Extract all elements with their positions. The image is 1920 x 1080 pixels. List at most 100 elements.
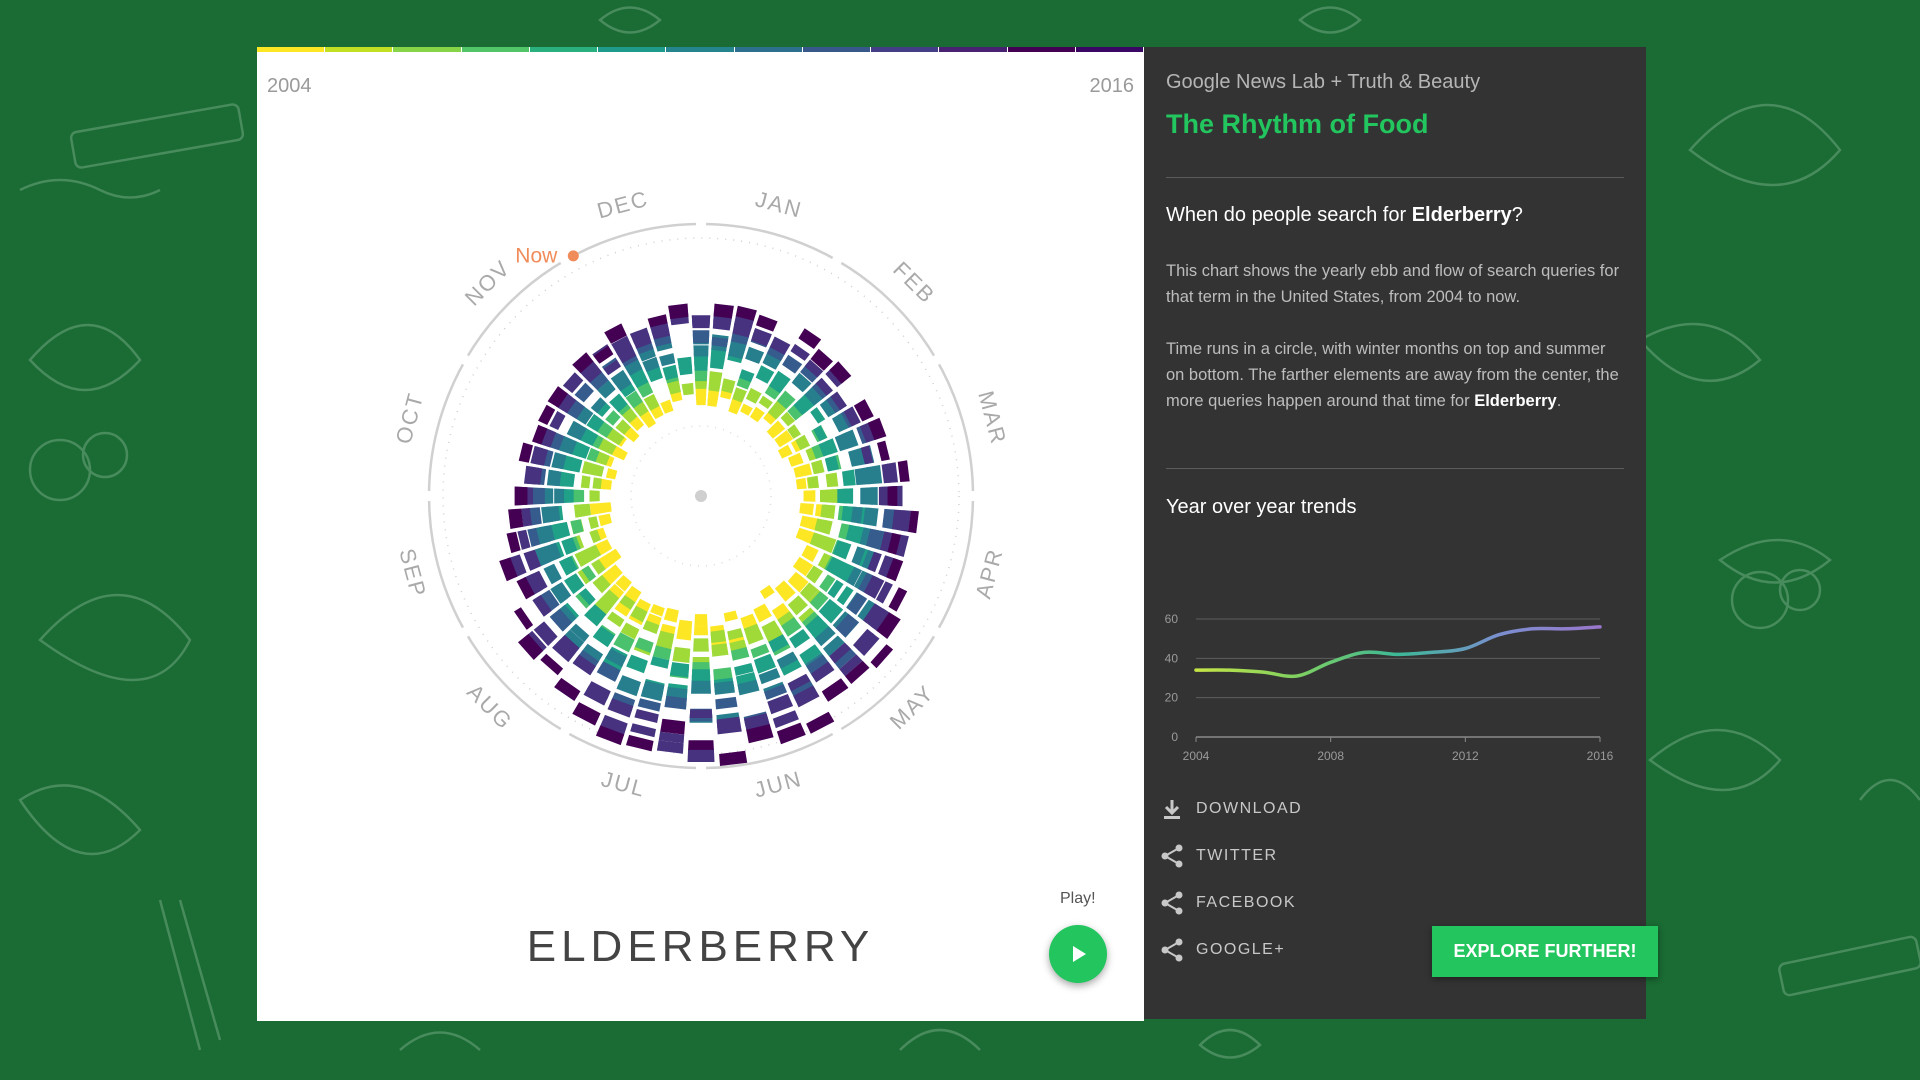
seasonal-cell	[715, 696, 738, 710]
twitter-label: TWITTER	[1196, 847, 1278, 864]
seasonal-cell	[798, 328, 822, 349]
seasonal-cell	[659, 353, 676, 367]
month-label: SEP	[394, 546, 431, 601]
seasonal-cell	[844, 488, 854, 504]
seasonal-cell	[850, 506, 863, 524]
credit-line: Google News Lab + Truth & Beauty	[1166, 71, 1481, 93]
seasonal-cell	[592, 477, 602, 489]
month-gap	[927, 351, 946, 369]
seasonal-cell	[672, 651, 690, 663]
divider	[1166, 468, 1624, 469]
seasonal-cell	[524, 465, 539, 485]
seasonal-cell	[588, 516, 599, 530]
seasonal-cell	[835, 613, 859, 638]
seasonal-cell	[825, 472, 839, 488]
seasonal-cell	[799, 503, 814, 516]
seasonal-cell	[605, 468, 618, 480]
twitter-share-button[interactable]: TWITTER	[1158, 841, 1278, 871]
download-icon	[1158, 795, 1186, 823]
seasonal-cell	[693, 626, 709, 636]
facebook-share-button[interactable]: FACEBOOK	[1158, 888, 1296, 918]
radial-chart-card: 2004 2016 JAN FEB MAR APR MAY JUN JUL AUG SEP OCT…	[257, 47, 1144, 1021]
month-gap	[828, 251, 846, 270]
seasonal-cell	[554, 677, 581, 701]
center-dot	[695, 490, 707, 502]
seasonal-cell	[688, 740, 714, 750]
x-tick-label: 2016	[1587, 749, 1614, 763]
seasonal-cell	[713, 303, 734, 319]
seasonal-cell	[554, 488, 565, 504]
seasonal-cell	[788, 452, 804, 467]
seasonal-cell	[518, 634, 544, 660]
seasonal-cell	[572, 702, 601, 726]
search-term-title: ELDERBERRY	[526, 922, 875, 971]
seasonal-cell	[820, 504, 831, 519]
google-plus-share-button[interactable]: GOOGLE+	[1158, 935, 1285, 965]
seasonal-cell	[714, 680, 735, 695]
seasonal-cell	[677, 356, 692, 370]
seasonal-cell	[660, 718, 686, 735]
month-label: OCT	[391, 389, 429, 446]
seasonal-cell	[693, 345, 709, 357]
seasonal-cell	[740, 403, 753, 416]
seasonal-cell	[514, 486, 528, 506]
seasonal-cell	[589, 502, 605, 515]
seasonal-cell	[546, 469, 560, 486]
y-tick-label: 20	[1165, 691, 1179, 705]
seasonal-cell	[668, 303, 689, 320]
seasonal-cell	[581, 461, 598, 476]
question-suffix: ?	[1511, 204, 1523, 226]
month-gap	[456, 351, 475, 369]
facebook-label: FACEBOOK	[1196, 894, 1297, 911]
play-label: Play!	[1060, 890, 1096, 907]
seasonal-cell	[626, 734, 654, 752]
seasonal-cell	[745, 346, 764, 364]
seasonal-cell	[637, 698, 661, 712]
seasonal-cell	[821, 678, 849, 702]
month-label: APR	[970, 545, 1007, 601]
seasonal-cell	[710, 629, 727, 643]
explore-further-button[interactable]: EXPLORE FURTHER!	[1432, 926, 1658, 977]
seasonal-cell	[687, 749, 715, 762]
seasonal-cell	[692, 330, 710, 344]
seasonal-cell	[745, 387, 762, 404]
month-label: JUL	[599, 766, 649, 802]
share-icon	[1158, 842, 1186, 870]
seasonal-cell	[807, 475, 819, 489]
x-tick-label: 2008	[1317, 749, 1344, 763]
seasonal-cell	[514, 607, 534, 630]
question-heading: When do people search for Elderberry?	[1166, 204, 1523, 227]
seasonal-cell	[758, 395, 773, 409]
y-tick-label: 0	[1171, 730, 1178, 744]
y-tick-label: 40	[1165, 651, 1179, 665]
month-label: NOV	[460, 255, 516, 311]
y-tick-label: 60	[1165, 612, 1179, 626]
month-gap	[556, 251, 574, 270]
seasonal-radial-chart: JANFEBMARAPRMAYJUNJULAUGSEPOCTNOVDECNow	[391, 186, 1012, 803]
seasonal-cell	[518, 442, 533, 463]
seasonal-cell	[782, 354, 803, 374]
question-term: Elderberry	[1411, 204, 1512, 226]
seasonal-cell	[842, 469, 856, 486]
now-marker	[567, 250, 579, 262]
seasonal-cell	[694, 614, 708, 627]
seasonal-cell	[681, 382, 694, 396]
seasonal-cell	[887, 486, 898, 506]
app-title[interactable]: The Rhythm of Food	[1166, 109, 1428, 140]
seasonal-cell	[508, 508, 524, 529]
seasonal-cell	[695, 387, 707, 400]
month-label: FEB	[888, 257, 940, 309]
info-panel: Google News Lab + Truth & Beauty The Rhy…	[1144, 47, 1658, 1019]
seasonal-cell	[866, 487, 878, 505]
description-paragraph-1: This chart shows the yearly ebb and flow…	[1166, 262, 1620, 306]
seasonal-cell	[711, 643, 729, 657]
play-button[interactable]	[1049, 925, 1107, 983]
seasonal-cell	[543, 563, 562, 585]
download-button[interactable]: DOWNLOAD	[1158, 794, 1302, 824]
month-label: JAN	[753, 186, 805, 222]
seasonal-cell	[689, 709, 713, 718]
seasonal-cell	[634, 709, 659, 723]
seasonal-cell	[605, 410, 621, 426]
month-label: MAR	[973, 388, 1011, 447]
seasonal-cell	[669, 662, 690, 678]
